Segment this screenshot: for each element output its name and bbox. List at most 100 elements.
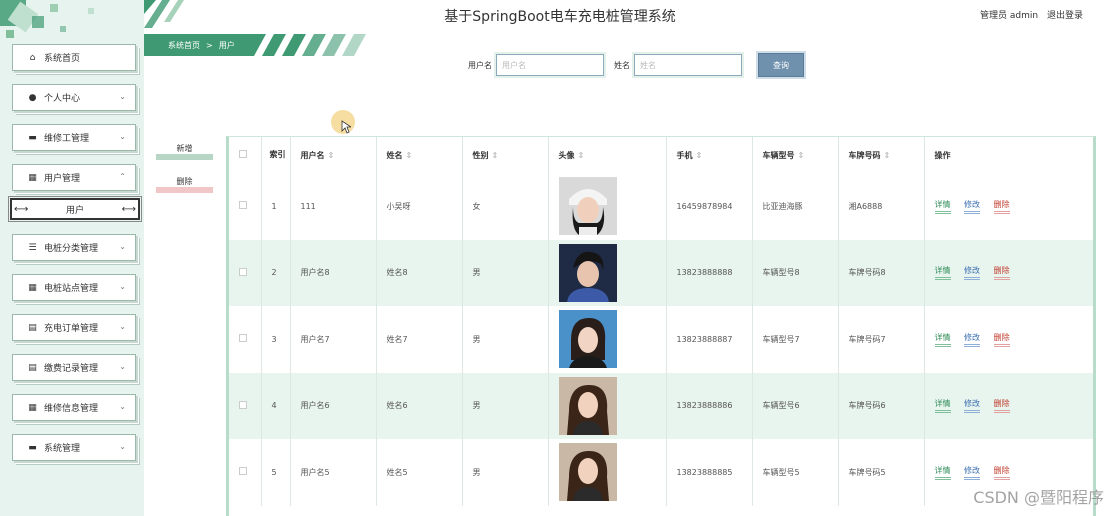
system-title: 基于SpringBoot电车充电桩管理系统 xyxy=(444,9,676,25)
grid-icon: ▦ xyxy=(28,172,37,183)
row-checkbox[interactable] xyxy=(239,400,247,409)
table-row: 4 用户名6 姓名6 男 13823888886 车辆型号6 车牌号码6 详情 xyxy=(229,372,1093,439)
delete-row-button[interactable]: 删除 xyxy=(993,398,1010,414)
sort-icon: ⇕ xyxy=(327,150,335,160)
sidebar-item-payment-records[interactable]: ▤ 缴费记录管理 ⌄ xyxy=(12,354,136,381)
edit-button[interactable]: 修改 xyxy=(964,332,981,347)
detail-button[interactable]: 详情 xyxy=(934,199,951,214)
row-avatar-cell xyxy=(548,239,667,306)
detail-button[interactable]: 详情 xyxy=(934,332,951,347)
sidebar-item-label: 充电订单管理 xyxy=(44,324,99,334)
sidebar-item-label: 系统首页 xyxy=(44,54,81,64)
sidebar-item-repairman-management[interactable]: ▬ 维修工管理 ⌄ xyxy=(12,124,136,151)
table-row: 5 用户名5 姓名5 男 13823888885 车辆型号5 车牌号码5 详情 xyxy=(229,439,1093,506)
edit-button[interactable]: 修改 xyxy=(964,265,981,281)
row-avatar-cell xyxy=(548,173,667,240)
sidebar-item-home[interactable]: ⌂ 系统首页 xyxy=(12,44,136,71)
person-icon: ● xyxy=(28,92,37,103)
home-icon: ⌂ xyxy=(29,52,36,63)
sidebar-item-pile-category[interactable]: ☰ 电桩分类管理 ⌄ xyxy=(12,234,136,261)
user-table: 索引 用户名 ⇕ 姓名 ⇕ 性别 ⇕ 头像 ⇕ 手机 ⇕ 车辆型号 ⇕ 车牌号码 ⇕ 操作 1… xyxy=(229,137,1093,506)
breadcrumb-home[interactable]: 系统首页 xyxy=(168,40,200,51)
row-checkbox[interactable] xyxy=(239,467,247,476)
column-header[interactable]: 头像 ⇕ xyxy=(548,137,667,173)
row-avatar-cell xyxy=(548,372,667,439)
row-index: 1 xyxy=(261,173,291,240)
monitor-icon: ▬ xyxy=(28,442,37,453)
row-phone: 13823888888 xyxy=(666,239,753,306)
row-gender: 男 xyxy=(462,239,549,306)
row-checkbox[interactable] xyxy=(239,201,247,210)
delete-row-button[interactable]: 删除 xyxy=(993,199,1010,214)
arrow-left-icon: ⟷ xyxy=(14,204,29,215)
edit-button[interactable]: 修改 xyxy=(964,199,981,214)
row-gender: 男 xyxy=(462,372,549,439)
detail-button[interactable]: 详情 xyxy=(934,465,951,480)
select-all-checkbox[interactable] xyxy=(239,150,247,158)
sidebar-item-label: 电桩分类管理 xyxy=(44,244,99,254)
sidebar-item-repair-info[interactable]: ▦ 维修信息管理 ⌄ xyxy=(12,394,136,421)
row-username: 用户名5 xyxy=(290,439,377,506)
row-index: 3 xyxy=(261,306,291,373)
avatar xyxy=(558,443,617,502)
sidebar-item-pile-station[interactable]: ▦ 电桩站点管理 ⌄ xyxy=(12,274,136,301)
row-username: 用户名7 xyxy=(290,306,377,373)
delete-row-button[interactable]: 删除 xyxy=(993,332,1010,347)
sidebar-subitem-user[interactable]: ⟷ 用户 ⟷ xyxy=(8,196,142,222)
delete-selected-button[interactable]: 删除 xyxy=(156,176,213,193)
breadcrumb-current: 用户 xyxy=(218,40,235,50)
row-checkbox[interactable] xyxy=(239,334,247,343)
detail-button[interactable]: 详情 xyxy=(934,265,951,281)
header-decoration xyxy=(144,0,184,28)
chevron-down-icon: ⌄ xyxy=(119,322,126,331)
column-header[interactable]: 手机 ⇕ xyxy=(666,137,753,173)
row-gender: 男 xyxy=(462,306,549,373)
row-phone: 13823888885 xyxy=(666,439,753,506)
row-phone: 16459878984 xyxy=(666,173,753,240)
row-name: 姓名6 xyxy=(376,372,463,439)
name-search-input[interactable] xyxy=(634,54,742,76)
row-car-model: 车辆型号8 xyxy=(752,239,839,306)
column-header[interactable]: 车辆型号 ⇕ xyxy=(752,137,839,173)
sidebar-item-personal-center[interactable]: ● 个人中心 ⌄ xyxy=(12,84,136,111)
row-car-model: 车辆型号7 xyxy=(752,306,839,373)
add-button[interactable]: 新增 xyxy=(156,143,213,160)
arrow-right-icon: ⟷ xyxy=(121,204,136,215)
chevron-down-icon: ⌄ xyxy=(119,442,126,451)
sidebar-item-user-management[interactable]: ▦ 用户管理 ⌃ xyxy=(12,164,136,191)
row-car-model: 比亚迪海豚 xyxy=(752,173,839,240)
row-actions: 详情 修改 删除 xyxy=(924,306,1093,373)
column-header[interactable]: 姓名 ⇕ xyxy=(376,137,463,173)
delete-row-button[interactable]: 删除 xyxy=(993,265,1010,281)
sidebar-nav: ⌂ 系统首页 ● 个人中心 ⌄ ▬ 维修工管理 ⌄ ▦ 用户管理 ⌃ ⟷ 用户 … xyxy=(8,44,142,474)
sidebar-item-label: 系统管理 xyxy=(44,444,81,454)
username-label: 用户名 xyxy=(468,60,492,70)
detail-button[interactable]: 详情 xyxy=(934,398,951,414)
sort-icon: ⇕ xyxy=(491,150,499,160)
sidebar-item-system-management[interactable]: ▬ 系统管理 ⌄ xyxy=(12,434,136,461)
table-row: 1 111 小吴呀 女 16459878984 比亚迪海豚 湘A6888 详情 … xyxy=(229,173,1093,240)
delete-row-button[interactable]: 删除 xyxy=(993,465,1010,480)
sort-icon: ⇕ xyxy=(883,150,891,160)
edit-button[interactable]: 修改 xyxy=(964,465,981,480)
row-name: 小吴呀 xyxy=(376,173,463,240)
edit-button[interactable]: 修改 xyxy=(964,398,981,414)
row-index: 4 xyxy=(261,372,291,439)
column-header[interactable]: 车牌号码 ⇕ xyxy=(838,137,925,173)
sidebar-item-charging-orders[interactable]: ▤ 充电订单管理 ⌄ xyxy=(12,314,136,341)
search-button[interactable]: 查询 xyxy=(758,53,804,77)
username-search-input[interactable] xyxy=(496,54,604,76)
sort-icon: ⇕ xyxy=(695,150,703,160)
sidebar-item-label: 缴费记录管理 xyxy=(44,364,99,374)
row-gender: 男 xyxy=(462,439,549,506)
row-checkbox[interactable] xyxy=(239,267,247,276)
column-header[interactable]: 用户名 ⇕ xyxy=(290,137,377,173)
logout-link[interactable]: 退出登录 xyxy=(1047,11,1083,21)
column-header[interactable]: 性别 ⇕ xyxy=(462,137,549,173)
row-index: 5 xyxy=(261,439,291,506)
row-index: 2 xyxy=(261,239,291,306)
row-name: 姓名7 xyxy=(376,306,463,373)
row-actions: 详情 修改 删除 xyxy=(924,173,1093,240)
chevron-down-icon: ⌄ xyxy=(119,242,126,251)
watermark: CSDN @暨阳程序 xyxy=(973,488,1104,507)
